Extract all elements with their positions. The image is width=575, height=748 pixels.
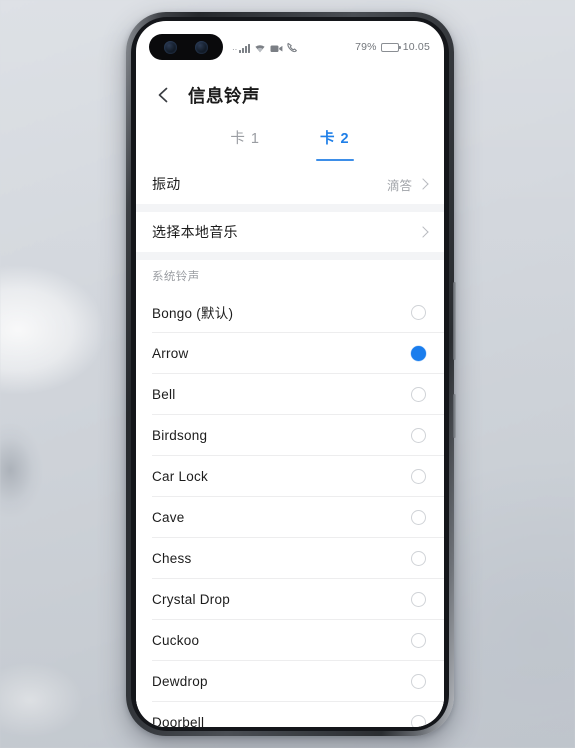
phone-call-icon (287, 42, 298, 53)
ringtone-label: Crystal Drop (152, 591, 231, 607)
wifi-icon (255, 45, 265, 53)
ringtone-row[interactable]: Dewdrop (136, 661, 444, 701)
group-separator (136, 252, 444, 260)
ringtone-row[interactable]: Cave (136, 497, 444, 537)
radio-button[interactable] (411, 427, 426, 443)
radio-button[interactable] (411, 468, 426, 484)
row-choose-local-music-label: 选择本地音乐 (152, 224, 238, 240)
chevron-right-icon (417, 178, 429, 190)
app-bar: 信息铃声 (136, 73, 444, 117)
row-vibration-value-group: 滴答 (386, 175, 429, 194)
radio-button[interactable] (411, 304, 426, 320)
ringtone-label: Birdsong (152, 427, 208, 443)
signal-bars-icon (239, 44, 251, 53)
group-separator (136, 204, 444, 212)
tab-sim-2[interactable]: 卡 2 (314, 125, 356, 161)
row-choose-local-music-right (417, 226, 429, 238)
ringtone-list: Bongo (默认) Arrow Bell Birdsong Car Lock Cave C… (136, 292, 444, 727)
ringtone-row[interactable]: Bongo (默认) (136, 292, 444, 332)
ringtone-label: Cuckoo (152, 632, 200, 648)
power-button[interactable] (453, 394, 456, 438)
status-bar: ·· 79% 10.05 (136, 35, 444, 59)
sim-tab-bar: 卡 1 卡 2 (136, 125, 444, 161)
ringtone-label: Car Lock (152, 468, 209, 484)
clock-label: 10.05 (402, 41, 430, 53)
status-bar-left-icons: ·· (232, 41, 298, 54)
ringtone-label: Chess (152, 550, 192, 566)
radio-button-selected[interactable] (411, 345, 426, 361)
ringtone-row[interactable]: Crystal Drop (136, 579, 444, 619)
row-choose-local-music[interactable]: 选择本地音乐 (136, 212, 444, 252)
ringtone-row[interactable]: Doorbell (136, 702, 444, 727)
ringtone-row[interactable]: Cuckoo (136, 620, 444, 660)
ringtone-row[interactable]: Birdsong (136, 415, 444, 455)
tab-sim-1[interactable]: 卡 1 (224, 125, 266, 161)
row-vibration-value: 滴答 (386, 178, 412, 193)
ringtone-label: Cave (152, 509, 185, 525)
back-arrow-icon[interactable] (154, 85, 174, 105)
battery-icon (380, 42, 401, 52)
ringtone-row[interactable]: Car Lock (136, 456, 444, 496)
chevron-right-icon (417, 226, 429, 238)
radio-button[interactable] (411, 509, 426, 525)
radio-button[interactable] (411, 632, 426, 648)
phone-screen: ·· 79% 10.05 信息铃声 卡 1 卡 2 振动 滴答 选择本地音乐 系… (136, 21, 444, 727)
ringtone-row[interactable]: Bell (136, 374, 444, 414)
ringtone-label: Bongo (默认) (152, 306, 234, 321)
settings-list: 振动 滴答 选择本地音乐 系统铃声 Bongo (默认) Arrow Bell Bir… (136, 164, 444, 727)
section-header-system-ringtones: 系统铃声 (136, 260, 444, 292)
ringtone-row[interactable]: Arrow (136, 333, 444, 373)
ringtone-row[interactable]: Chess (136, 538, 444, 578)
radio-button[interactable] (411, 591, 426, 607)
signal-dots-icon: ·· (232, 45, 238, 54)
radio-button[interactable] (411, 550, 426, 566)
radio-button[interactable] (411, 714, 426, 727)
page-title: 信息铃声 (188, 85, 260, 106)
ringtone-label: Doorbell (152, 714, 205, 728)
ringtone-label: Bell (152, 386, 176, 402)
volume-button[interactable] (453, 282, 456, 360)
status-bar-right-group: 79% 10.05 (355, 41, 430, 53)
battery-percent-label: 79% (355, 41, 377, 53)
radio-button[interactable] (411, 386, 426, 402)
video-call-icon (270, 45, 283, 52)
row-vibration[interactable]: 振动 滴答 (136, 164, 444, 204)
radio-button[interactable] (411, 673, 426, 689)
ringtone-label: Dewdrop (152, 673, 208, 689)
row-vibration-label: 振动 (152, 176, 181, 192)
ringtone-label: Arrow (152, 345, 189, 361)
